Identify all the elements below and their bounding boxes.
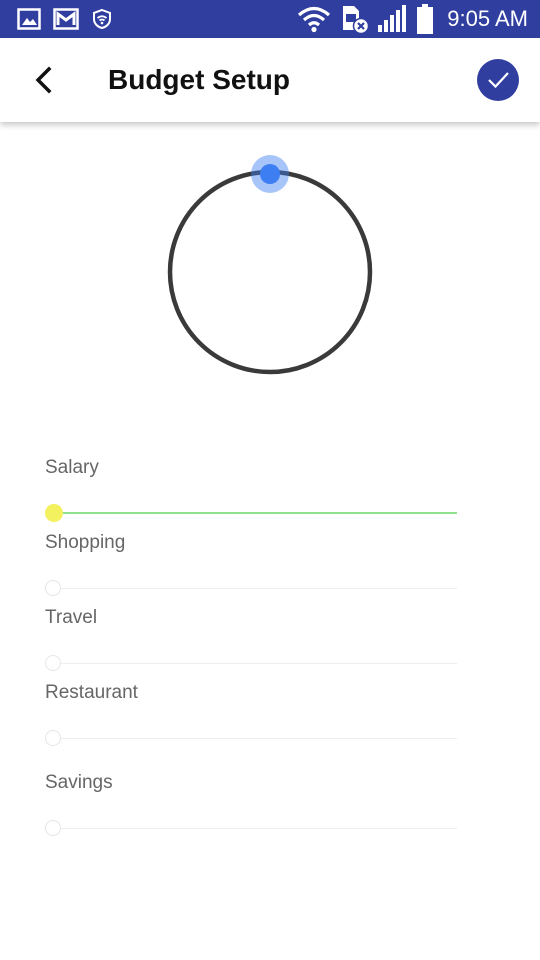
- confirm-button[interactable]: [477, 59, 519, 101]
- shield-wifi-icon: [90, 0, 114, 38]
- wifi-icon: [296, 0, 332, 38]
- category-label: Travel: [45, 607, 98, 628]
- image-icon: [16, 0, 42, 38]
- signal-icon: [376, 0, 408, 38]
- slider-track: [54, 663, 457, 664]
- slider-track: [54, 738, 457, 739]
- category-label: Salary: [45, 457, 99, 478]
- back-button[interactable]: [22, 58, 66, 102]
- check-icon: [488, 72, 509, 89]
- category-label: Restaurant: [45, 682, 138, 703]
- salary-slider[interactable]: [45, 504, 457, 524]
- slider-thumb[interactable]: [45, 655, 61, 671]
- shopping-slider[interactable]: [45, 579, 457, 599]
- category-label: Savings: [45, 772, 113, 793]
- status-time: 9:05 AM: [447, 6, 528, 31]
- dial-handle[interactable]: [260, 164, 280, 184]
- restaurant-slider[interactable]: [45, 729, 457, 749]
- battery-icon: [414, 0, 436, 38]
- category-label: Shopping: [45, 532, 126, 553]
- chevron-left-icon: [35, 66, 52, 94]
- travel-slider[interactable]: [45, 654, 457, 674]
- dial-ring: [167, 169, 373, 375]
- budget-dial[interactable]: [167, 155, 373, 375]
- slider-thumb[interactable]: [45, 820, 61, 836]
- sim-error-icon: [339, 0, 371, 38]
- app-bar: Budget Setup: [0, 38, 540, 122]
- page-title: Budget Setup: [108, 64, 290, 95]
- slider-track: [54, 512, 457, 514]
- status-bar: 9:05 AM: [0, 0, 540, 38]
- slider-thumb[interactable]: [45, 580, 61, 596]
- slider-thumb[interactable]: [45, 730, 61, 746]
- gmail-icon: [52, 0, 80, 38]
- slider-track: [54, 588, 457, 589]
- slider-thumb[interactable]: [45, 504, 63, 522]
- slider-track: [54, 828, 457, 829]
- savings-slider[interactable]: [45, 819, 457, 839]
